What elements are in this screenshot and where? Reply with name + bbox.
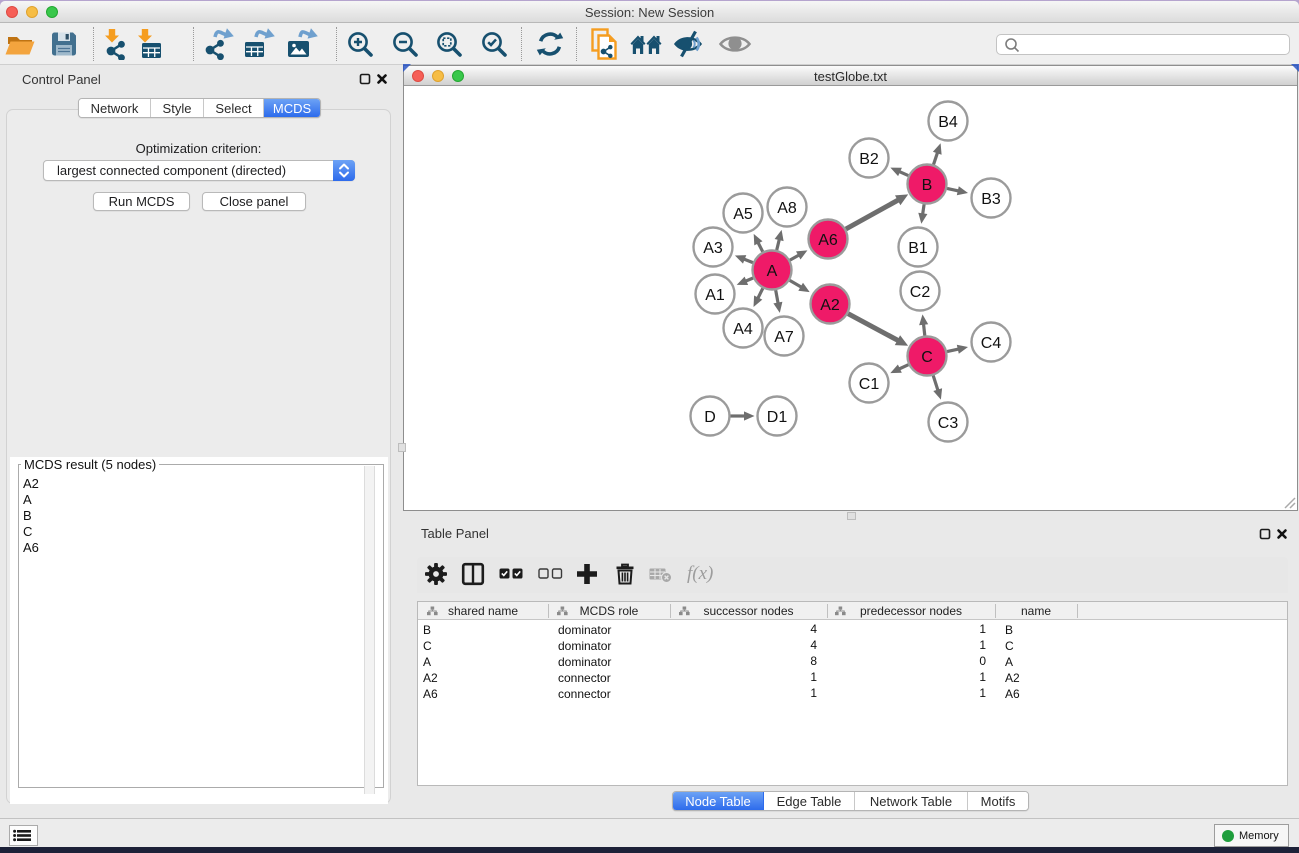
svg-text:C: C: [921, 349, 933, 366]
svg-text:A8: A8: [777, 200, 797, 217]
svg-text:C3: C3: [938, 415, 959, 432]
svg-text:C2: C2: [910, 284, 931, 301]
svg-text:B: B: [922, 177, 933, 194]
svg-text:A3: A3: [703, 240, 723, 257]
svg-text:C4: C4: [981, 335, 1002, 352]
svg-text:A1: A1: [705, 287, 725, 304]
svg-text:D1: D1: [767, 409, 788, 426]
svg-text:A6: A6: [818, 232, 838, 249]
svg-text:B3: B3: [981, 191, 1001, 208]
svg-text:A7: A7: [774, 329, 794, 346]
svg-text:B4: B4: [938, 114, 958, 131]
svg-text:A4: A4: [733, 321, 753, 338]
svg-text:A: A: [767, 263, 778, 280]
svg-text:B2: B2: [859, 151, 879, 168]
svg-text:C1: C1: [859, 376, 880, 393]
svg-text:D: D: [704, 409, 716, 426]
svg-text:A5: A5: [733, 206, 753, 223]
svg-text:A2: A2: [820, 297, 840, 314]
svg-text:B1: B1: [908, 240, 928, 257]
